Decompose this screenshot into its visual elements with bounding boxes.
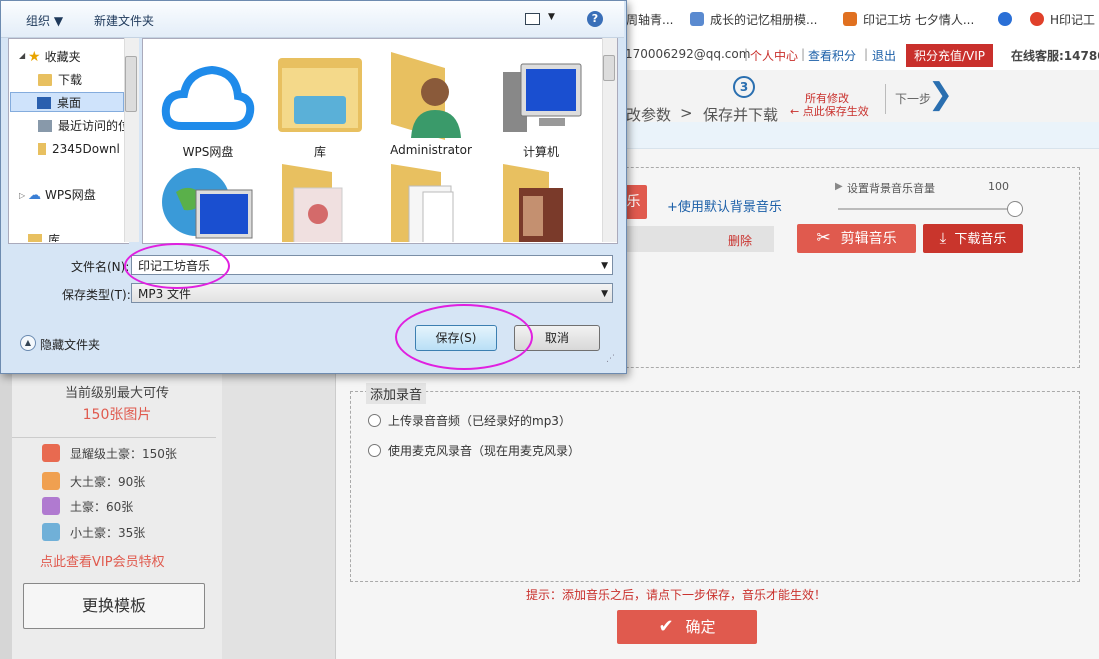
nav-item-library[interactable]: 库 (28, 230, 60, 242)
nav-item-downloads[interactable]: 下载 (38, 70, 82, 90)
view-options-icon[interactable] (525, 13, 540, 25)
flag-icon (690, 12, 704, 26)
recent-icon (38, 120, 52, 132)
user-folder-icon (391, 52, 461, 140)
vip-badge-icon (42, 444, 60, 462)
checkmark-icon: ✔ (658, 616, 674, 637)
radio-button[interactable] (368, 444, 381, 457)
organize-menu[interactable]: 组织 ▼ (26, 12, 63, 29)
use-default-music-link[interactable]: +使用默认背景音乐 (667, 196, 782, 215)
file-item-computer[interactable]: 计算机 (493, 50, 589, 160)
logout-link[interactable]: 退出 (872, 47, 896, 64)
check-points-link[interactable]: 查看积分 (808, 47, 856, 64)
max-upload-value: 150张图片 (82, 407, 152, 423)
resize-grip-icon[interactable]: ⋰ (606, 354, 615, 364)
folder-icon (38, 143, 46, 155)
file-item-folder[interactable] (272, 162, 368, 242)
vip-tier-row: 大土豪：90张 (42, 472, 145, 490)
bookmark-item[interactable]: H印记工 (1030, 10, 1095, 30)
scrollbar-thumb[interactable] (603, 55, 615, 81)
volume-slider-handle[interactable] (1007, 201, 1023, 217)
mic-recording-option[interactable]: 使用麦克风录音（现在用麦克风录） (368, 442, 580, 459)
library-icon (28, 234, 42, 242)
confirm-button[interactable]: ✔ 确定 (617, 610, 757, 644)
bookmark-item[interactable]: 成长的记忆相册模... (690, 10, 817, 30)
upload-recording-option[interactable]: 上传录音音频（已经录好的mp3） (368, 412, 571, 429)
computer-icon (503, 63, 582, 132)
edit-music-button[interactable]: ✂ 剪辑音乐 (797, 224, 916, 253)
nav-item-desktop[interactable]: 桌面 (10, 92, 124, 112)
vip-badge-icon (42, 472, 60, 490)
chevron-up-icon[interactable]: ▲ (20, 335, 36, 351)
vip-badge-icon (42, 523, 60, 541)
cloud-icon (161, 65, 255, 130)
new-folder-button[interactable]: 新建文件夹 (94, 12, 154, 29)
folder-icon (282, 164, 343, 242)
chevron-down-icon[interactable]: ▼ (601, 256, 608, 276)
nav-item-recent[interactable]: 最近访问的位 (38, 116, 124, 136)
cloud-icon: ☁ (28, 188, 41, 203)
folder-icon (391, 164, 454, 242)
nav-item-wps-cloud[interactable]: ☁ WPS网盘 (28, 185, 96, 205)
change-template-button[interactable]: 更换模板 (23, 583, 205, 629)
filetype-select[interactable]: MP3 文件 ▼ (131, 283, 613, 303)
chevron-right-icon: ❯ (928, 77, 954, 112)
delete-music-link[interactable]: 删除 (728, 232, 752, 249)
vip-badge-icon (42, 497, 60, 515)
vip-recharge-button[interactable]: 积分充值/VIP (906, 44, 994, 67)
download-music-button[interactable]: ⤓ 下载音乐 (923, 224, 1023, 253)
bookmark-item[interactable] (998, 10, 1018, 30)
file-item-network[interactable] (160, 162, 256, 242)
save-hint-link[interactable]: ← 点此保存生效 (790, 103, 869, 119)
download-icon: ⤓ (939, 229, 947, 247)
user-email: 170006292@qq.com (625, 47, 751, 61)
search-engine-icon (998, 12, 1012, 26)
file-item-folder[interactable] (383, 162, 479, 242)
vip-tier-row: 土豪：60张 (42, 497, 133, 515)
file-item-library[interactable]: 库 (272, 50, 368, 160)
save-highlight-circle (395, 304, 533, 370)
folder-icon (38, 74, 52, 86)
scrollbar-thumb[interactable] (125, 56, 137, 112)
nav-item-favorites[interactable]: ★ 收藏夹 (28, 47, 81, 67)
radio-button[interactable] (368, 414, 381, 427)
save-tip: 提示：添加音乐之后，请点下一步保存，音乐才能生效！ (526, 588, 827, 602)
personal-center-link[interactable]: 个人中心 (750, 47, 798, 64)
bookmark-item[interactable]: 周轴青... (626, 10, 673, 30)
library-icon (278, 58, 362, 132)
file-item-wps-cloud[interactable]: WPS网盘 (160, 50, 256, 160)
volume-value: 100 (988, 180, 1009, 193)
chevron-down-icon[interactable]: ▼ (548, 12, 555, 22)
hide-folders-toggle[interactable]: 隐藏文件夹 (40, 336, 100, 353)
nav-item-2345downloads[interactable]: 2345Downl (38, 139, 124, 159)
add-recording-title: 添加录音 (366, 383, 427, 404)
collapse-arrow-icon[interactable]: ◢ (19, 51, 25, 60)
online-service: 在线客服:147800 (1011, 49, 1099, 63)
desktop-icon (37, 97, 51, 109)
bookmark-item[interactable]: 印记工坊 七夕情人... (843, 10, 974, 30)
vip-tier-row: 显耀级土豪：150张 (42, 444, 177, 462)
vip-privileges-link[interactable]: 点此查看VIP会员特权 (40, 551, 165, 570)
step-number: 3 (733, 76, 755, 98)
weibo-icon (1030, 12, 1044, 26)
next-step-button[interactable]: 下一步 (895, 90, 931, 107)
scissors-icon: ✂ (816, 228, 831, 248)
star-icon: ★ (28, 49, 41, 65)
network-icon (162, 168, 253, 239)
file-item-folder[interactable] (493, 162, 589, 242)
expand-arrow-icon[interactable]: ▷ (19, 191, 25, 200)
filename-highlight-circle (124, 243, 230, 289)
expand-arrow-icon: ▶ (835, 181, 843, 192)
chevron-down-icon[interactable]: ▼ (601, 284, 608, 304)
folder-icon (503, 164, 563, 242)
volume-slider-track[interactable] (838, 208, 1016, 210)
site-logo-icon (843, 12, 857, 26)
help-icon[interactable]: ? (587, 11, 603, 27)
file-item-administrator[interactable]: Administrator (383, 50, 479, 157)
vip-tier-row: 小土豪：35张 (42, 523, 145, 541)
